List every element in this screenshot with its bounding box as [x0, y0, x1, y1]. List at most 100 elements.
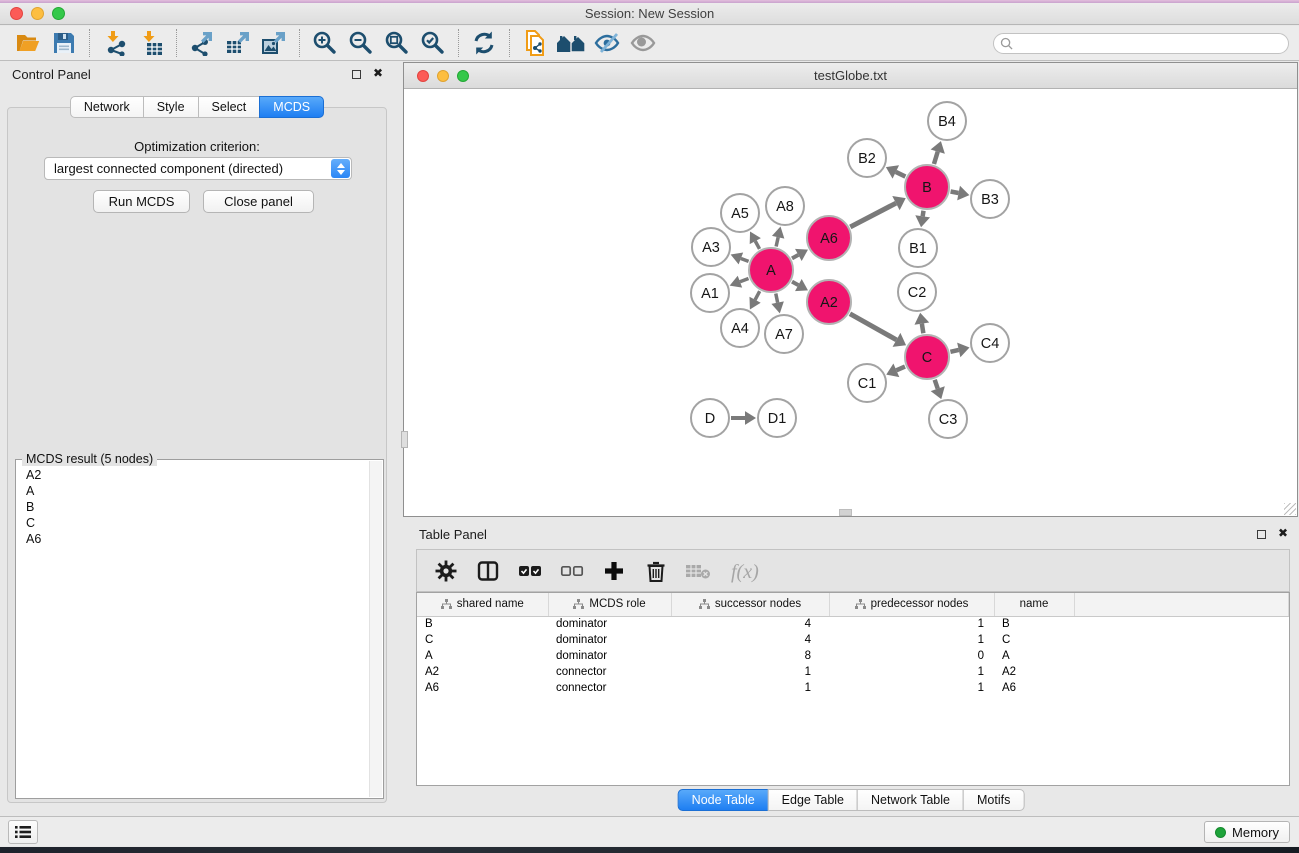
table-cell[interactable]: 1: [671, 664, 829, 680]
graph-edge-A-A7[interactable]: [776, 294, 778, 303]
table-cell[interactable]: dominator: [548, 616, 671, 632]
export-image-button[interactable]: [256, 28, 292, 58]
run-mcds-button[interactable]: Run MCDS: [93, 190, 190, 213]
graph-edge-B-B4[interactable]: [934, 152, 938, 164]
graph-edge-A-A3[interactable]: [741, 258, 749, 261]
table-cell[interactable]: 1: [829, 632, 994, 648]
table-row[interactable]: Adominator80A: [417, 648, 1289, 664]
zoom-fit-button[interactable]: [379, 28, 415, 58]
graph-edge-A-A6[interactable]: [792, 255, 798, 258]
graph-edge-A-A1[interactable]: [740, 278, 749, 281]
float-panel-icon[interactable]: [352, 70, 361, 79]
zoom-in-button[interactable]: [307, 28, 343, 58]
table-cell[interactable]: 4: [671, 616, 829, 632]
delete-row-button[interactable]: [643, 558, 669, 584]
graph-edge-A-A4[interactable]: [755, 291, 760, 300]
table-cell[interactable]: C: [417, 632, 548, 648]
duplicate-network-button[interactable]: [517, 28, 553, 58]
graph-edge-A6-B[interactable]: [850, 203, 896, 227]
left-splitter-handle[interactable]: [401, 431, 408, 448]
delete-table-button[interactable]: [685, 558, 711, 584]
select-all-button[interactable]: [517, 558, 543, 584]
table-cell[interactable]: 1: [829, 664, 994, 680]
zoom-selected-button[interactable]: [415, 28, 451, 58]
tab-network-table[interactable]: Network Table: [857, 789, 964, 811]
table-cell[interactable]: 4: [671, 632, 829, 648]
show-hide-button[interactable]: [625, 28, 661, 58]
mcds-result-item[interactable]: B: [26, 499, 373, 515]
table-cell[interactable]: dominator: [548, 648, 671, 664]
graph-edge-A-A2[interactable]: [792, 282, 798, 285]
table-cell[interactable]: A6: [417, 680, 548, 696]
graph-edge-A-A5[interactable]: [755, 241, 759, 249]
task-history-button[interactable]: [8, 820, 38, 844]
graph-edge-A2-C[interactable]: [850, 314, 897, 340]
table-cell[interactable]: A: [417, 648, 548, 664]
table-cell[interactable]: B: [417, 616, 548, 632]
column-header-shared-name[interactable]: shared name: [417, 593, 548, 616]
zoom-out-button[interactable]: [343, 28, 379, 58]
export-network-button[interactable]: [184, 28, 220, 58]
table-cell[interactable]: 1: [829, 616, 994, 632]
import-network-button[interactable]: [97, 28, 133, 58]
graph-edge-C-C4[interactable]: [950, 350, 958, 352]
close-window-button[interactable]: [10, 7, 23, 20]
show-column-button[interactable]: [475, 558, 501, 584]
column-header-MCDS-role[interactable]: MCDS role: [548, 593, 671, 616]
add-row-button[interactable]: [601, 558, 627, 584]
tab-network[interactable]: Network: [70, 96, 144, 118]
graphics-details-button[interactable]: [589, 28, 625, 58]
network-canvas[interactable]: B4B2BB3A8A5A6A3B1AA1C2A2A4A7C4CC1C3DD1: [404, 89, 1297, 516]
table-cell[interactable]: connector: [548, 664, 671, 680]
tab-select[interactable]: Select: [198, 96, 261, 118]
table-row[interactable]: A2connector11A2: [417, 664, 1289, 680]
table-cell[interactable]: B: [994, 616, 1074, 632]
search-input[interactable]: [1013, 36, 1282, 50]
mcds-result-item[interactable]: A2: [26, 467, 373, 483]
table-cell[interactable]: 0: [829, 648, 994, 664]
float-table-panel-icon[interactable]: [1257, 530, 1266, 539]
graph-edge-C-C3[interactable]: [935, 380, 938, 389]
table-cell[interactable]: 8: [671, 648, 829, 664]
search-box[interactable]: [993, 33, 1289, 54]
close-panel-icon[interactable]: ✖: [373, 66, 383, 80]
table-cell[interactable]: A: [994, 648, 1074, 664]
network-zoom-button[interactable]: [457, 70, 469, 82]
import-table-button[interactable]: [133, 28, 169, 58]
column-header-name[interactable]: name: [994, 593, 1074, 616]
function-builder-button[interactable]: f(x): [727, 558, 771, 584]
table-cell[interactable]: connector: [548, 680, 671, 696]
graph-edge-C-C2[interactable]: [922, 324, 923, 334]
horizontal-splitter-handle[interactable]: [839, 509, 852, 516]
network-window-titlebar[interactable]: testGlobe.txt: [404, 63, 1297, 89]
graph-edge-C-C1[interactable]: [896, 367, 905, 371]
graph-edge-B-B3[interactable]: [951, 191, 959, 193]
tab-edge-table[interactable]: Edge Table: [768, 789, 858, 811]
graph-edge-B-B1[interactable]: [923, 211, 924, 217]
table-cell[interactable]: A6: [994, 680, 1074, 696]
table-cell[interactable]: 1: [829, 680, 994, 696]
tab-style[interactable]: Style: [143, 96, 199, 118]
table-cell[interactable]: dominator: [548, 632, 671, 648]
export-table-button[interactable]: [220, 28, 256, 58]
resize-grip-icon[interactable]: [1284, 503, 1296, 515]
deselect-all-button[interactable]: [559, 558, 585, 584]
mcds-result-item[interactable]: A: [26, 483, 373, 499]
column-header-successor-nodes[interactable]: successor nodes: [671, 593, 829, 616]
memory-button[interactable]: Memory: [1204, 821, 1290, 843]
table-cell[interactable]: 1: [671, 680, 829, 696]
table-row[interactable]: Cdominator41C: [417, 632, 1289, 648]
graph-edge-B-B2[interactable]: [896, 172, 906, 177]
table-row[interactable]: A6connector11A6: [417, 680, 1289, 696]
table-cell[interactable]: A2: [994, 664, 1074, 680]
minimize-window-button[interactable]: [31, 7, 44, 20]
optimization-criterion-select[interactable]: largest connected component (directed): [44, 157, 352, 180]
network-close-button[interactable]: [417, 70, 429, 82]
apply-layout-button[interactable]: [466, 28, 502, 58]
mcds-result-item[interactable]: C: [26, 515, 373, 531]
network-minimize-button[interactable]: [437, 70, 449, 82]
network-overview-button[interactable]: [553, 28, 589, 58]
graph-edge-A-A8[interactable]: [776, 237, 778, 246]
close-table-panel-icon[interactable]: ✖: [1278, 526, 1288, 540]
close-panel-button[interactable]: Close panel: [203, 190, 314, 213]
